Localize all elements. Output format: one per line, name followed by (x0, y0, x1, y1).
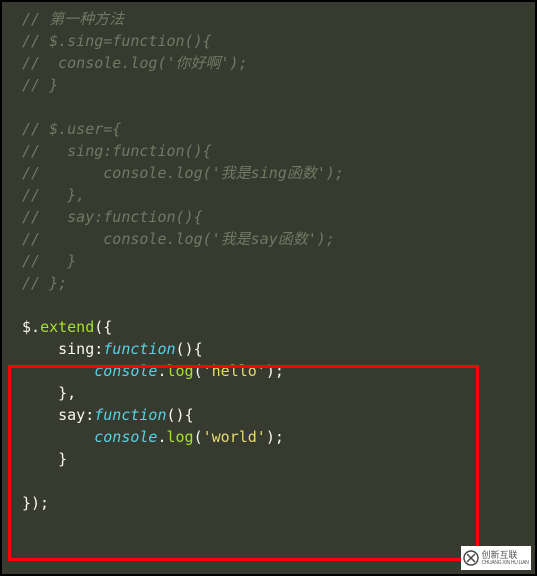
code-token: ; (275, 362, 284, 380)
code-token (22, 384, 58, 402)
code-block: // 第一种方法 // $.sing=function(){ // consol… (2, 8, 535, 514)
code-token: { (194, 340, 203, 358)
comment-line: // console.log('你好啊'); (22, 54, 248, 72)
comment-line: // console.log('我是say函数'); (22, 230, 335, 248)
code-token: say (58, 406, 85, 424)
code-token: 'world' (203, 428, 266, 446)
code-token: console (94, 362, 157, 380)
code-token: ( (194, 428, 203, 446)
code-token (22, 450, 58, 468)
code-token: : (85, 406, 94, 424)
code-token: function (103, 340, 175, 358)
comment-line: // }; (22, 274, 67, 292)
code-token: }); (22, 494, 49, 512)
code-token: 'hello' (203, 362, 266, 380)
comment-line: // $.sing=function(){ (22, 32, 212, 50)
code-token: ) (266, 428, 275, 446)
comment-line: // } (22, 252, 76, 270)
logo-brand: 创新互联 (481, 551, 528, 560)
code-token: $ (22, 318, 31, 336)
logo-sub: CHUANG XIN HU LIAN (481, 560, 528, 566)
code-token: }, (58, 384, 76, 402)
comment-line: // sing:function(){ (22, 142, 212, 160)
logo-icon (463, 550, 479, 566)
comment-line: // }, (22, 186, 85, 204)
comment-line: // } (22, 76, 58, 94)
code-token: ({ (94, 318, 112, 336)
code-token (22, 428, 94, 446)
code-token: () (167, 406, 185, 424)
code-token: () (176, 340, 194, 358)
code-token: . (31, 318, 40, 336)
comment-line: // 第一种方法 (22, 10, 124, 28)
code-token: console (94, 428, 157, 446)
code-token: ) (266, 362, 275, 380)
code-token (22, 340, 58, 358)
code-token: . (157, 428, 166, 446)
code-token (22, 406, 58, 424)
code-token: . (157, 362, 166, 380)
comment-line: // console.log('我是sing函数'); (22, 164, 344, 182)
code-token: : (94, 340, 103, 358)
comment-line: // $.user={ (22, 120, 121, 138)
code-token: sing (58, 340, 94, 358)
code-token: } (58, 450, 67, 468)
code-token (22, 362, 94, 380)
code-token: extend (40, 318, 94, 336)
code-token: ( (194, 362, 203, 380)
code-token: function (94, 406, 166, 424)
code-token: log (167, 362, 194, 380)
code-token: log (167, 428, 194, 446)
code-editor[interactable]: // 第一种方法 // $.sing=function(){ // consol… (0, 0, 537, 576)
watermark-logo: 创新互联 CHUANG XIN HU LIAN (461, 546, 531, 570)
code-token: { (185, 406, 194, 424)
code-token: ; (275, 428, 284, 446)
comment-line: // say:function(){ (22, 208, 203, 226)
